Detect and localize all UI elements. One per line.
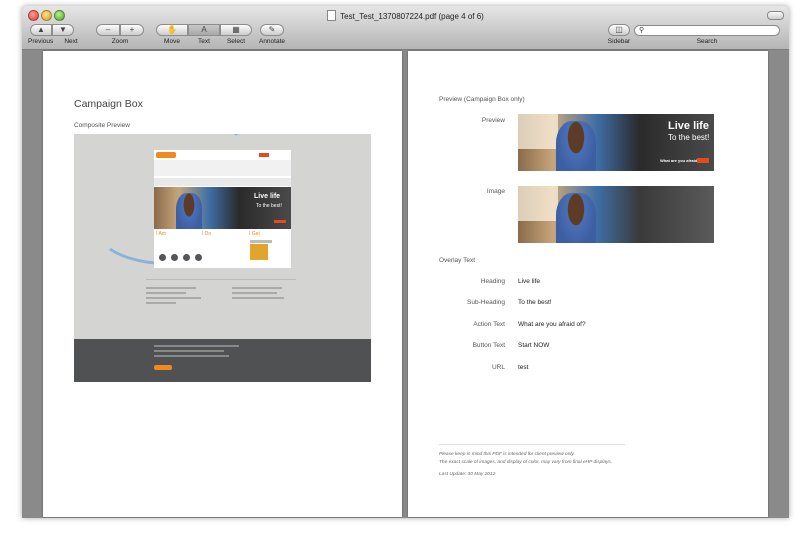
field-label-url: URL	[491, 364, 505, 371]
previous-label: Previous	[28, 38, 54, 45]
move-label: Move	[164, 38, 180, 45]
next-label: Next	[64, 38, 78, 45]
next-button[interactable]: ▼	[52, 24, 74, 36]
optum-logo	[156, 152, 176, 158]
mock-promo-image	[250, 244, 268, 260]
mock-circle-icon	[171, 254, 178, 261]
preview-banner-heading: Live life	[668, 120, 709, 132]
man-figure	[556, 121, 596, 171]
field-value-action-text: What are you afraid of?	[518, 321, 586, 328]
footnote-line-2: The exact scale of images, and display o…	[439, 460, 613, 465]
zoom-label: Zoom	[111, 38, 129, 45]
website-mockup: Live life To the best! I Am I Do I Get	[154, 150, 291, 268]
plus-icon: +	[129, 25, 135, 34]
sidebar-label: Sidebar	[607, 38, 631, 45]
composite-preview-image: Live life To the best! I Am I Do I Get	[74, 134, 371, 382]
sidebar-button[interactable]: ◫	[608, 24, 630, 36]
pencil-icon: ✎	[268, 25, 276, 34]
field-value-subheading: To the best!	[518, 299, 552, 306]
mock-circle-icon	[195, 254, 202, 261]
field-label-action-text: Action Text	[473, 321, 505, 328]
field-label-subheading: Sub-Heading	[467, 299, 505, 306]
preview-heading: Preview (Campaign Box only)	[439, 96, 525, 103]
footnote-line-1: Please keep in mind this PDF is intended…	[439, 452, 575, 457]
titlebar: Test_Test_1370807224.pdf (page 4 of 6) ▲…	[22, 6, 789, 50]
move-tool-button[interactable]: ✋	[156, 24, 188, 36]
zoom-out-button[interactable]: –	[96, 24, 120, 36]
man-figure	[176, 193, 202, 229]
pdf-page-left: Campaign Box Composite Preview Live life…	[43, 51, 402, 517]
search-label: Search	[696, 38, 718, 45]
mock-iconbar	[154, 178, 291, 186]
overlay-text-heading: Overlay Text	[439, 257, 476, 264]
marquee-select-icon: ▦	[232, 25, 240, 34]
sidebar-icon: ◫	[615, 25, 623, 34]
mock-search-button	[259, 153, 269, 157]
field-value-heading: Live life	[518, 278, 541, 285]
mock-circle-icon	[183, 254, 190, 261]
image-banner	[518, 186, 714, 243]
field-value-button-text: Start NOW	[518, 342, 550, 349]
text-tool-button[interactable]: A	[188, 24, 220, 36]
composite-preview-label: Composite Preview	[74, 122, 130, 129]
arrow-up-icon: ▲	[37, 25, 45, 34]
toolbar-toggle-button[interactable]	[767, 11, 784, 20]
last-update: Last Update: 30 May 2012	[439, 472, 496, 477]
pdf-document-icon	[327, 10, 337, 21]
mini-campaign-banner: Live life To the best!	[154, 187, 291, 229]
mock-circle-icon	[159, 254, 166, 261]
footnote-divider	[439, 444, 625, 445]
minus-icon: –	[105, 25, 111, 34]
annotate-label: Annotate	[258, 38, 286, 45]
man-figure	[556, 193, 596, 243]
mock-divider	[146, 279, 296, 280]
arrow-down-icon: ▼	[59, 25, 67, 34]
col-ido: I Do	[202, 231, 212, 237]
select-tool-button[interactable]: ▦	[220, 24, 252, 36]
search-icon: ⚲	[639, 27, 645, 34]
mini-banner-heading: Live life	[254, 193, 281, 200]
select-label: Select	[226, 38, 246, 45]
field-label-button-text: Button Text	[472, 342, 505, 349]
mock-link-list	[232, 284, 292, 312]
window-light	[518, 114, 558, 149]
mini-banner-button	[274, 220, 286, 223]
col-iam: I Am	[156, 231, 167, 237]
zoom-in-button[interactable]: +	[120, 24, 144, 36]
text-label: Text	[198, 38, 210, 45]
campaign-box-heading: Campaign Box	[74, 98, 143, 110]
text-cursor-icon: A	[201, 25, 207, 34]
mock-text-line	[250, 240, 272, 243]
annotate-button[interactable]: ✎	[260, 24, 284, 36]
preview-window: Test_Test_1370807224.pdf (page 4 of 6) ▲…	[22, 6, 789, 518]
hand-icon: ✋	[167, 25, 177, 34]
previous-button[interactable]: ▲	[30, 24, 52, 36]
footer-logo	[154, 365, 172, 370]
preview-banner-subheading: To the best!	[668, 133, 710, 142]
preview-banner: Live life To the best! What are you afra…	[518, 114, 714, 171]
mock-nav	[154, 160, 291, 176]
preview-label: Preview	[481, 117, 505, 124]
mock-link-list	[146, 284, 206, 312]
mock-site-footer	[74, 339, 371, 382]
search-field[interactable]: ⚲	[634, 25, 780, 36]
window-title: Test_Test_1370807224.pdf (page 4 of 6)	[340, 12, 484, 21]
window-title-wrap: Test_Test_1370807224.pdf (page 4 of 6)	[22, 10, 789, 21]
window-light	[518, 186, 558, 221]
pdf-page-right: Preview (Campaign Box only) Preview Live…	[408, 51, 768, 517]
field-value-url: test	[518, 364, 529, 371]
col-iget: I Get	[249, 231, 260, 237]
preview-banner-button	[697, 158, 709, 163]
field-label-heading: Heading	[480, 278, 505, 285]
image-label: Image	[486, 188, 505, 195]
mini-banner-subheading: To the best!	[256, 203, 282, 209]
